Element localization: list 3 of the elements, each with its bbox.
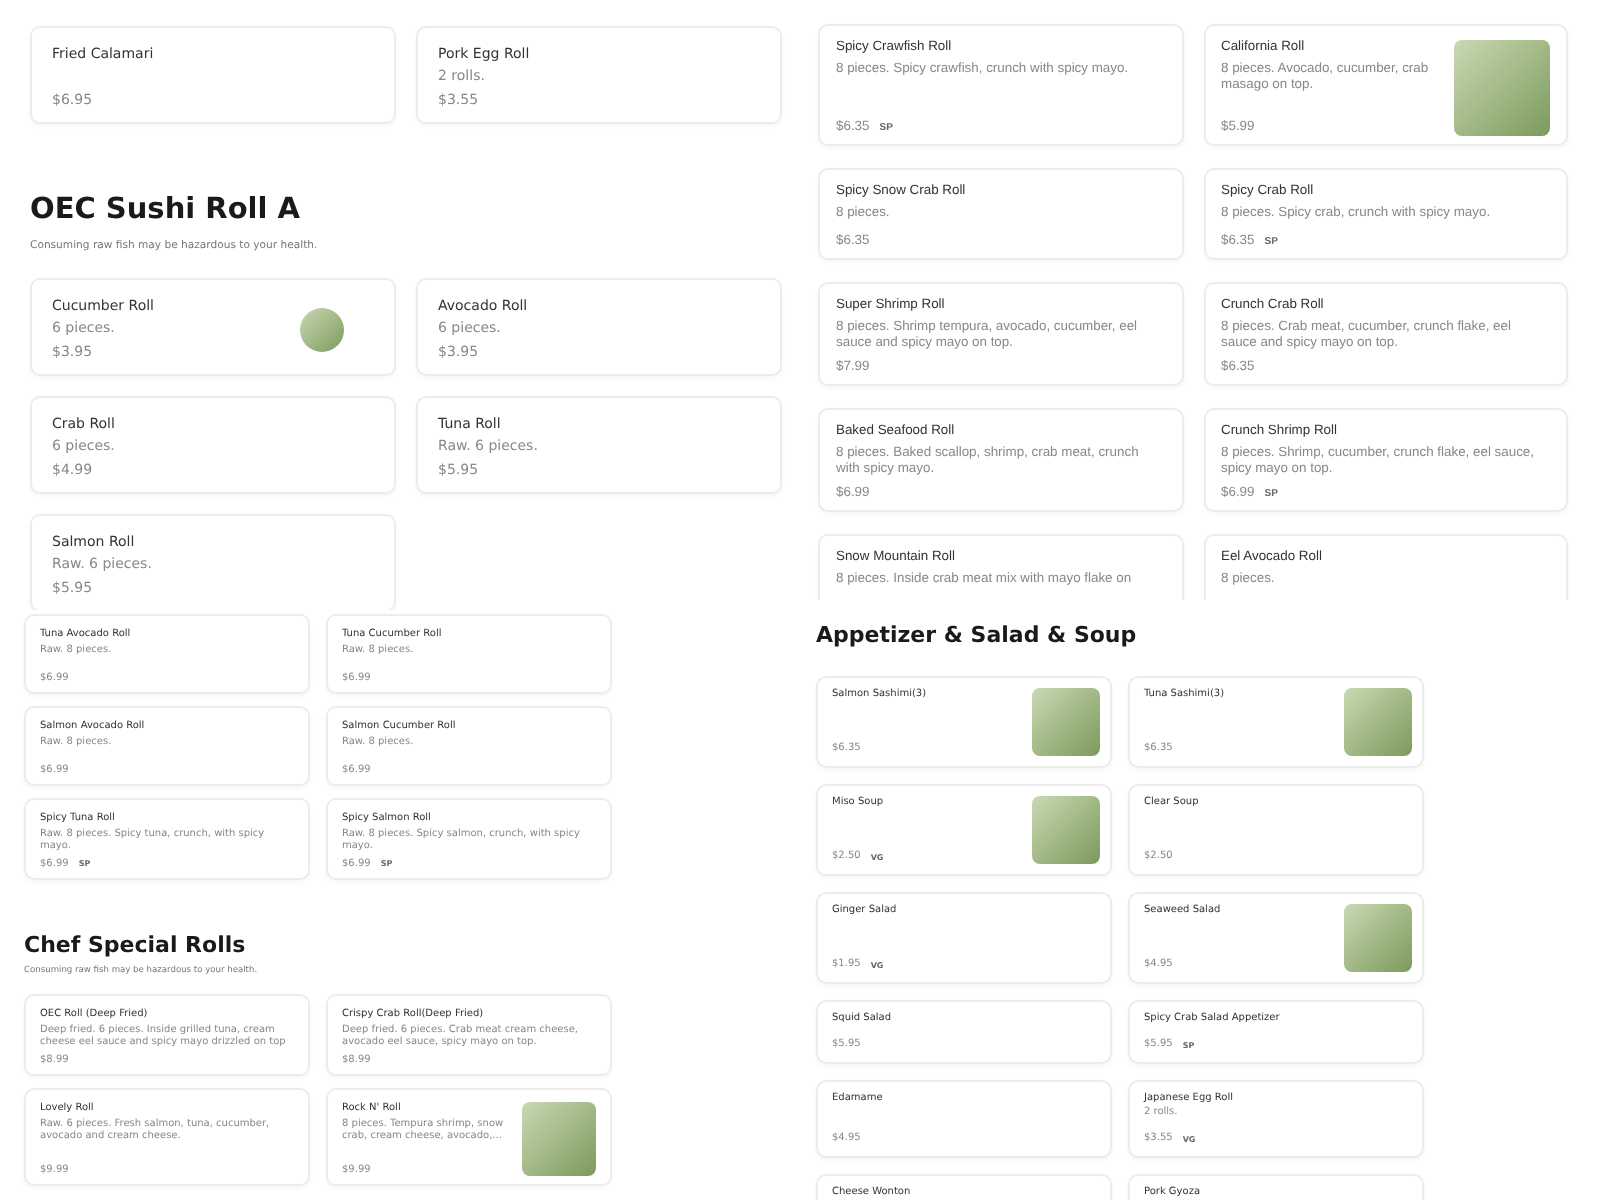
section-heading: OEC Sushi Roll A — [30, 194, 302, 226]
section-heading: Appetizer & Salad & Soup — [816, 622, 1139, 648]
section-heading: Chef Special Rolls — [24, 932, 248, 958]
